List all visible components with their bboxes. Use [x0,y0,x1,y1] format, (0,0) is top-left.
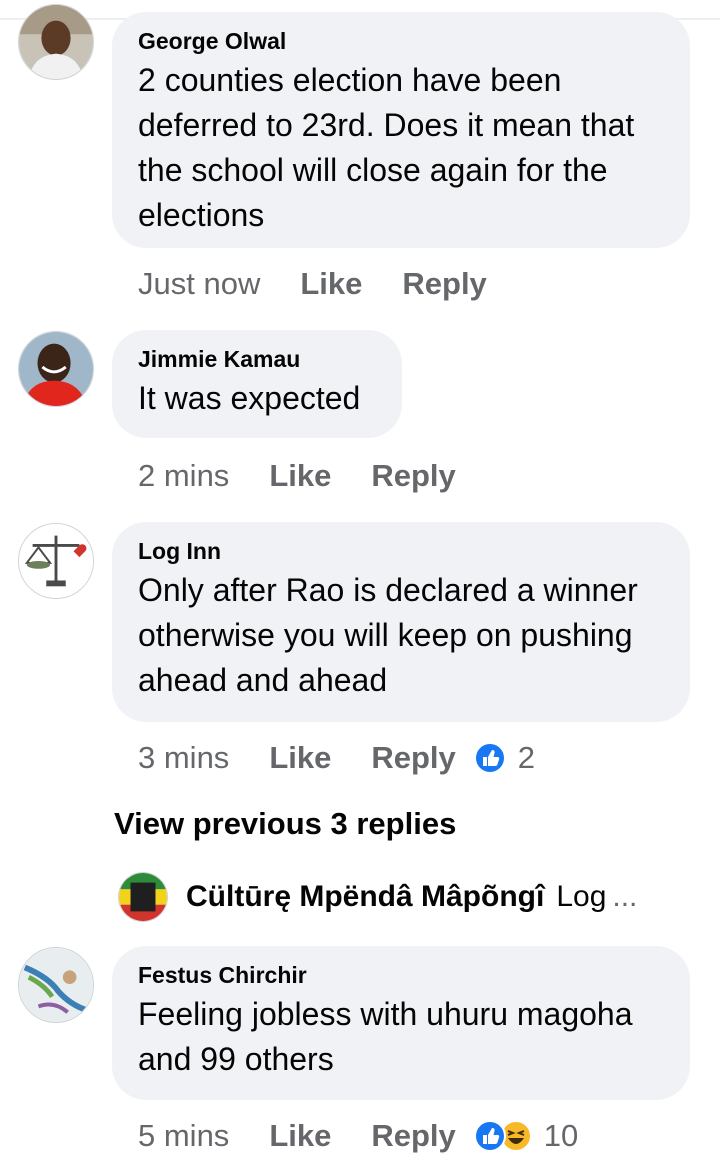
reply-button[interactable]: Reply [402,266,486,302]
reaction-summary[interactable]: 2 [473,740,536,776]
comment-line: ahead and ahead [138,662,388,698]
comment-line: Only after Rao is declared a winner [138,572,638,608]
comment-actions: 3 mins Like Reply 2 [138,738,535,778]
comment-line: It was expected [138,380,361,416]
reply-preview-snippet: Log [556,880,607,913]
comment-author[interactable]: Jimmie Kamau [138,344,376,374]
comment-timestamp[interactable]: 3 mins [138,740,229,776]
comment-line: 2 counties election have been [138,62,562,98]
avatar-image [19,332,93,406]
comment-line: elections [138,197,265,233]
comment-author[interactable]: Log Inn [138,536,664,566]
comment-timestamp[interactable]: 5 mins [138,1118,229,1154]
comment-line: otherwise you will keep on pushing [138,617,633,653]
comment-actions: 2 mins Like Reply [138,456,456,496]
comment-bubble: Festus Chirchir Feeling jobless with uhu… [112,946,690,1100]
comment-line: deferred to 23rd. Does it mean that [138,107,635,143]
like-reaction-icon [473,1120,506,1152]
like-button[interactable]: Like [269,740,331,776]
avatar-log-inn[interactable] [18,523,94,599]
like-button[interactable]: Like [269,1118,331,1154]
comment-timestamp[interactable]: Just now [138,266,260,302]
avatar-image [19,524,93,598]
reaction-summary[interactable]: 10 [473,1118,579,1154]
reply-preview-avatar [118,872,168,922]
like-reaction-icon [473,742,506,774]
comment-bubble: George Olwal 2 counties election have be… [112,12,690,248]
comment-line: Feeling jobless with uhuru magoha [138,996,633,1032]
comment-text: Only after Rao is declared a winner othe… [138,568,664,703]
avatar-image [119,873,167,921]
reaction-count: 2 [517,740,536,775]
comment-text: Feeling jobless with uhuru magoha and 99… [138,992,664,1082]
comment-bubble: Jimmie Kamau It was expected [112,330,402,438]
like-button[interactable]: Like [300,266,362,302]
comment-line: and 99 others [138,1041,334,1077]
comment-text: 2 counties election have been deferred t… [138,58,664,238]
avatar-image [19,948,93,1022]
view-previous-replies-link[interactable]: View previous 3 replies [114,806,456,842]
comment-line: the school will close again for the [138,152,608,188]
avatar-jimmie-kamau[interactable] [18,331,94,407]
avatar-george-olwal[interactable] [18,4,94,80]
comment-text: It was expected [138,376,376,421]
comment-timestamp[interactable]: 2 mins [138,458,229,494]
reply-button[interactable]: Reply [371,1118,455,1154]
comment-author[interactable]: George Olwal [138,26,664,56]
avatar-festus-chirchir[interactable] [18,947,94,1023]
avatar-image [19,5,93,79]
reaction-count: 10 [543,1118,579,1153]
reply-preview[interactable]: Cültūrę Mpëndâ Mâpõngî Log ... [118,870,688,924]
reply-preview-ellipsis: ... [612,880,638,913]
like-button[interactable]: Like [269,458,331,494]
reply-button[interactable]: Reply [371,458,455,494]
reply-preview-author: Cültūrę Mpëndâ Mâpõngî [186,880,545,913]
reply-button[interactable]: Reply [371,740,455,776]
comment-actions: 5 mins Like Reply 10 [138,1116,578,1156]
comment-bubble: Log Inn Only after Rao is declared a win… [112,522,690,722]
comment-author[interactable]: Festus Chirchir [138,960,664,990]
comment-actions: Just now Like Reply [138,264,487,304]
